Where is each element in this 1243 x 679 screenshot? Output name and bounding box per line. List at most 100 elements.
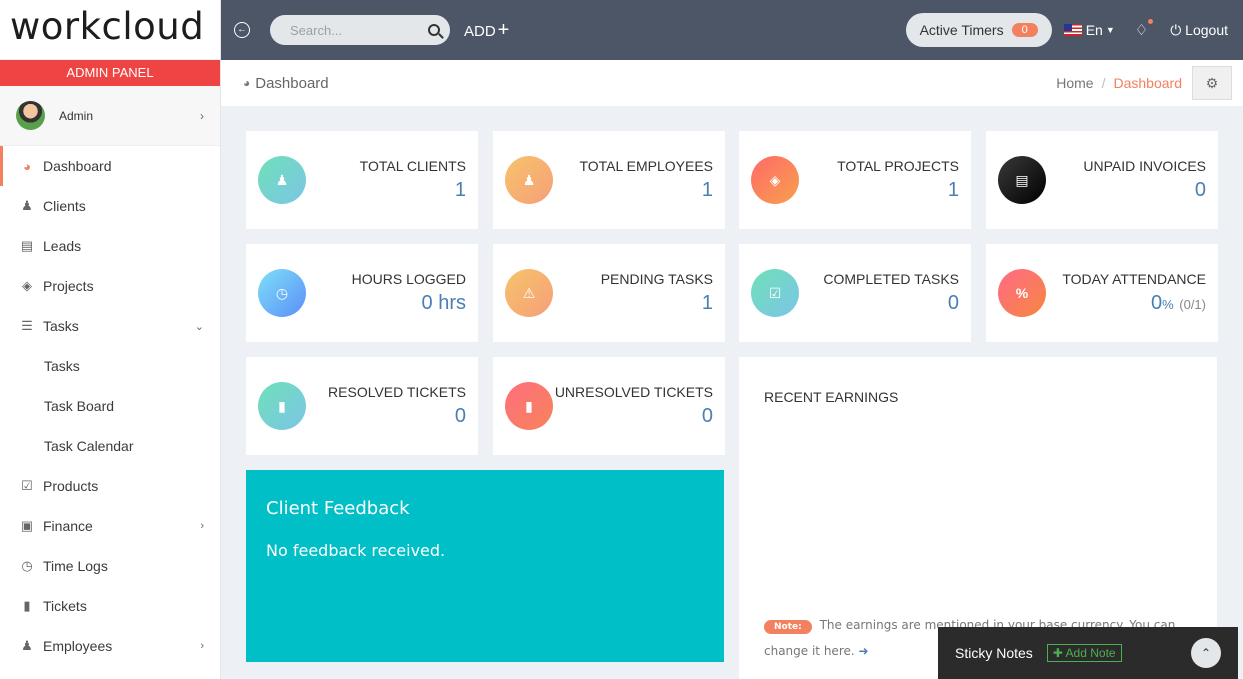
sidebar-item-products[interactable]: ☑ Products bbox=[0, 466, 220, 506]
sidebar-item-finance[interactable]: ▣ Finance › bbox=[0, 506, 220, 546]
client-feedback-message: No feedback received. bbox=[266, 541, 446, 560]
card-value: 0 hrs bbox=[421, 292, 466, 314]
active-timers-label: Active Timers bbox=[919, 22, 1004, 38]
sidebar-item-label: Task Calendar bbox=[44, 438, 134, 454]
client-feedback-panel: Client Feedback No feedback received. bbox=[246, 470, 724, 662]
card-label: TODAY ATTENDANCE bbox=[1062, 271, 1206, 287]
card-label: TOTAL EMPLOYEES bbox=[579, 158, 713, 174]
card-value: 1 bbox=[701, 292, 713, 314]
notification-dot bbox=[1148, 19, 1154, 24]
sidebar-subitem-task-calendar[interactable]: Task Calendar bbox=[0, 426, 220, 466]
top-bar-right: Active Timers 0 En ▼ ♢ ⏻ Logout bbox=[905, 13, 1243, 47]
language-dropdown[interactable]: En ▼ bbox=[1063, 22, 1115, 38]
money-icon: ▣ bbox=[20, 518, 34, 533]
card-hours-logged[interactable]: ◷ HOURS LOGGED 0 hrs bbox=[246, 244, 478, 342]
sidebar-subitem-tasks[interactable]: Tasks bbox=[0, 346, 220, 386]
sticky-notes-bar: Sticky Notes ✚ Add Note ⌃ bbox=[938, 627, 1238, 679]
sidebar-item-label: Products bbox=[43, 478, 99, 494]
breadcrumb-home-link[interactable]: Home bbox=[1056, 75, 1093, 91]
card-value: 0 bbox=[947, 292, 959, 314]
chevron-right-icon: › bbox=[200, 520, 204, 532]
active-timers-badge: 0 bbox=[1011, 23, 1038, 37]
sidebar-nav: ◕ Dashboard ♟ Clients ▤ Leads ◈ Projects… bbox=[0, 146, 220, 666]
chevron-right-icon: › bbox=[200, 640, 204, 652]
search-placeholder: Search... bbox=[290, 22, 343, 38]
attendance-ratio: (0/1) bbox=[1179, 297, 1206, 312]
plus-icon: + bbox=[497, 18, 510, 41]
speedometer-icon: ◕ bbox=[243, 76, 251, 90]
brand-logo[interactable]: workcloud bbox=[0, 0, 220, 60]
card-total-clients[interactable]: ♟ TOTAL CLIENTS 1 bbox=[246, 131, 478, 229]
card-completed-tasks[interactable]: ☑ COMPLETED TASKS 0 bbox=[739, 244, 971, 342]
card-label: RESOLVED TICKETS bbox=[328, 384, 466, 400]
sidebar-subitem-task-board[interactable]: Task Board bbox=[0, 386, 220, 426]
active-timers-button[interactable]: Active Timers 0 bbox=[905, 13, 1052, 47]
clock-icon: ◷ bbox=[21, 558, 33, 573]
attendance-value: 0 bbox=[1151, 292, 1163, 314]
users-icon: ♟ bbox=[505, 156, 553, 204]
ticket-icon: ▮ bbox=[505, 382, 553, 430]
notifications-bell-icon[interactable]: ♢ bbox=[1135, 19, 1154, 39]
add-note-label: Add Note bbox=[1065, 646, 1116, 660]
avatar bbox=[16, 101, 45, 130]
user-icon: ♟ bbox=[21, 638, 33, 653]
logout-button[interactable]: ⏻ Logout bbox=[1170, 22, 1228, 39]
users-icon: ♟ bbox=[21, 198, 33, 213]
collapse-sidebar-icon[interactable]: ← bbox=[234, 22, 250, 38]
user-name: Admin bbox=[59, 108, 94, 123]
layers-icon: ◈ bbox=[22, 278, 32, 293]
sidebar-item-tickets[interactable]: ▮ Tickets bbox=[0, 586, 220, 626]
sidebar-item-tasks[interactable]: ☰ Tasks ⌄ bbox=[0, 306, 220, 346]
us-flag-icon bbox=[1063, 24, 1082, 36]
chevron-right-icon: › bbox=[200, 108, 204, 123]
card-label: UNPAID INVOICES bbox=[1083, 158, 1206, 174]
chevron-up-icon[interactable]: ⌃ bbox=[1191, 638, 1221, 668]
sidebar-item-dashboard[interactable]: ◕ Dashboard bbox=[0, 146, 220, 186]
gear-icon: ⚙ bbox=[1205, 74, 1219, 91]
add-note-button[interactable]: ✚ Add Note bbox=[1046, 644, 1122, 662]
speedometer-icon: ◕ bbox=[23, 158, 31, 174]
sidebar-item-employees[interactable]: ♟ Employees › bbox=[0, 626, 220, 666]
caret-down-icon: ▼ bbox=[1105, 25, 1115, 35]
client-feedback-title: Client Feedback bbox=[266, 498, 410, 519]
breadcrumb: Home / Dashboard bbox=[1056, 75, 1182, 91]
sidebar: workcloud ADMIN PANEL Admin › ◕ Dashboar… bbox=[0, 0, 221, 679]
page-title: ◕ Dashboard bbox=[243, 75, 329, 92]
card-label: UNRESOLVED TICKETS bbox=[554, 384, 713, 400]
sidebar-item-time-logs[interactable]: ◷ Time Logs bbox=[0, 546, 220, 586]
attendance-unit: % bbox=[1162, 297, 1174, 312]
card-unresolved-tickets[interactable]: ▮ UNRESOLVED TICKETS 0 bbox=[493, 357, 725, 455]
card-total-projects[interactable]: ◈ TOTAL PROJECTS 1 bbox=[739, 131, 971, 229]
invoice-icon: ▤ bbox=[998, 156, 1046, 204]
sidebar-item-label: Dashboard bbox=[43, 158, 112, 174]
document-icon: ▤ bbox=[20, 238, 34, 253]
dashboard-settings-button[interactable]: ⚙ bbox=[1192, 66, 1232, 100]
card-value: 1 bbox=[454, 179, 466, 201]
sidebar-item-label: Task Board bbox=[44, 398, 115, 414]
search-icon[interactable] bbox=[428, 24, 440, 36]
card-today-attendance[interactable]: % TODAY ATTENDANCE 0% (0/1) bbox=[986, 244, 1218, 342]
add-button[interactable]: ADD + bbox=[464, 19, 509, 42]
sidebar-item-leads[interactable]: ▤ Leads bbox=[0, 226, 220, 266]
card-resolved-tickets[interactable]: ▮ RESOLVED TICKETS 0 bbox=[246, 357, 478, 455]
breadcrumb-current: Dashboard bbox=[1113, 75, 1183, 91]
user-icon: ♟ bbox=[258, 156, 306, 204]
sidebar-item-clients[interactable]: ♟ Clients bbox=[0, 186, 220, 226]
ticket-icon: ▮ bbox=[258, 382, 306, 430]
card-unpaid-invoices[interactable]: ▤ UNPAID INVOICES 0 bbox=[986, 131, 1218, 229]
sidebar-item-label: Leads bbox=[43, 238, 82, 254]
breadcrumb-separator: / bbox=[1101, 75, 1106, 91]
user-profile-row[interactable]: Admin › bbox=[0, 86, 220, 146]
card-pending-tasks[interactable]: ⚠ PENDING TASKS 1 bbox=[493, 244, 725, 342]
search-input[interactable]: Search... bbox=[270, 15, 450, 45]
sidebar-item-projects[interactable]: ◈ Projects bbox=[0, 266, 220, 306]
card-label: TOTAL CLIENTS bbox=[359, 158, 466, 174]
card-value: 1 bbox=[701, 179, 713, 201]
plus-icon: ✚ bbox=[1052, 646, 1063, 660]
arrow-right-icon[interactable]: ➜ bbox=[859, 644, 869, 658]
power-icon: ⏻ bbox=[1170, 21, 1182, 38]
card-value: 0 bbox=[454, 405, 466, 427]
card-label: PENDING TASKS bbox=[600, 271, 713, 287]
top-bar: ← Search... ADD + Active Timers 0 En ▼ ♢ … bbox=[221, 0, 1243, 60]
card-total-employees[interactable]: ♟ TOTAL EMPLOYEES 1 bbox=[493, 131, 725, 229]
